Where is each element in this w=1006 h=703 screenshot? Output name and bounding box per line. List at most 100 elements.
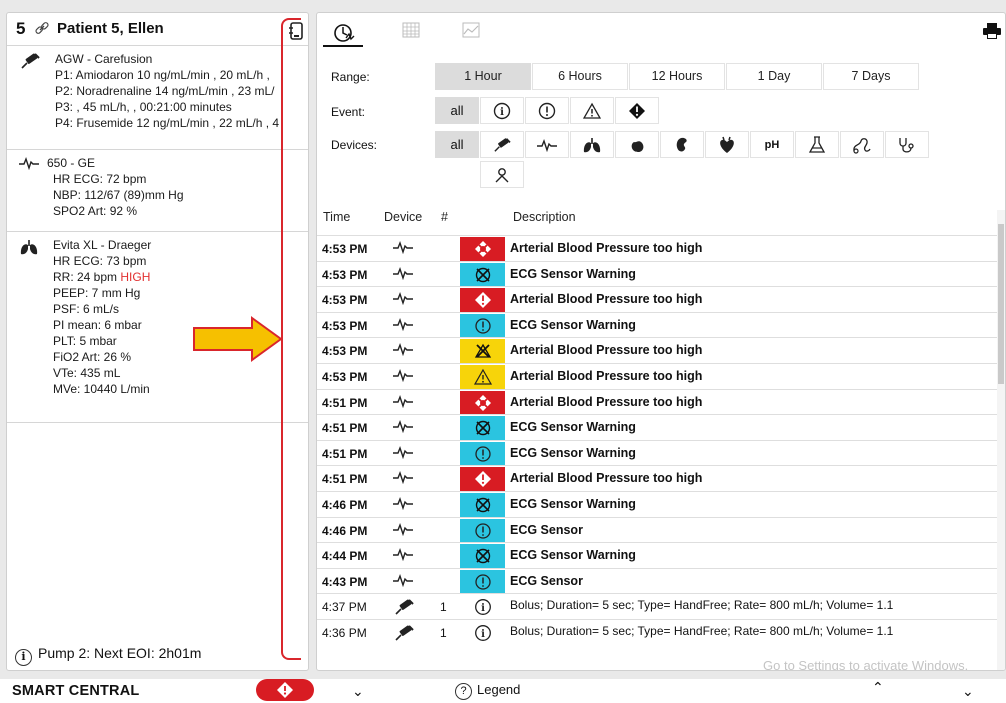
chevron-down-icon[interactable]: ⌄ bbox=[352, 683, 364, 700]
table-row[interactable]: 4:53 PM Arterial Blood Pressure too high bbox=[317, 337, 999, 364]
table-row[interactable]: 4:37 PM 1 i Bolus; Duration= 5 sec; Type= H… bbox=[317, 593, 999, 619]
event-description: ECG Sensor Warning bbox=[510, 445, 636, 460]
ecg-icon bbox=[393, 368, 413, 384]
range-6-hours-button[interactable]: 6 Hours bbox=[532, 63, 628, 90]
event-time: 4:44 PM bbox=[322, 549, 368, 564]
event-all-button[interactable]: all bbox=[435, 97, 479, 124]
ecg-icon bbox=[393, 419, 413, 435]
col-time: Time bbox=[323, 210, 351, 224]
range-label: Range: bbox=[331, 70, 370, 84]
range-7-days-button[interactable]: 7 Days bbox=[823, 63, 919, 90]
device-lab-button[interactable] bbox=[795, 131, 839, 158]
monitor-line-2: NBP: 112/67 (89)mm Hg bbox=[53, 188, 184, 202]
sensor-crossed-icon bbox=[460, 262, 505, 287]
vent-line-8: VTe: 435 mL bbox=[53, 366, 121, 380]
event-alarm-button[interactable] bbox=[615, 97, 659, 124]
ecg-icon bbox=[393, 291, 413, 307]
table-row[interactable]: 4:53 PM ECG Sensor Warning bbox=[317, 311, 999, 338]
ecg-icon bbox=[393, 394, 413, 410]
chevron-down-icon[interactable]: ⌄ bbox=[962, 683, 974, 700]
monitor-line-1: HR ECG: 72 bpm bbox=[53, 172, 147, 186]
highlight-arrow-icon bbox=[193, 316, 283, 362]
event-description: ECG Sensor Warning bbox=[510, 317, 636, 332]
tab-grid[interactable] bbox=[401, 21, 431, 47]
event-description: Arterial Blood Pressure too high bbox=[510, 394, 703, 409]
vent-line-3: PEEP: 7 mm Hg bbox=[53, 286, 141, 300]
event-time: 4:53 PM bbox=[322, 242, 368, 256]
event-description: Arterial Blood Pressure too high bbox=[510, 241, 703, 255]
table-row[interactable]: 4:36 PM 1 i Bolus; Duration= 5 sec; Type= H… bbox=[317, 619, 999, 645]
event-time: 4:46 PM bbox=[322, 498, 368, 512]
event-warning-button[interactable] bbox=[525, 97, 569, 124]
stethoscope-icon bbox=[899, 137, 914, 153]
device-ventilator-button[interactable] bbox=[570, 131, 614, 158]
pump-section[interactable]: AGW - Carefusion P1: Amiodaron 10 ng/mL/… bbox=[7, 45, 308, 153]
range-1-hour-button[interactable]: 1 Hour bbox=[435, 63, 531, 90]
exclamation-circle-icon bbox=[460, 313, 505, 338]
event-description: Arterial Blood Pressure too high bbox=[510, 369, 703, 383]
ecg-icon bbox=[19, 156, 39, 174]
table-row[interactable]: 4:51 PM ECG Sensor Warning bbox=[317, 414, 999, 441]
person-icon bbox=[495, 167, 509, 182]
ecg-icon bbox=[393, 547, 413, 563]
patient-number: 5 bbox=[16, 19, 26, 38]
table-row[interactable]: 4:53 PM Arterial Blood Pressure too high bbox=[317, 235, 999, 261]
device-ph-button[interactable]: pH bbox=[750, 131, 794, 158]
device-pump-button[interactable] bbox=[480, 131, 524, 158]
table-row[interactable]: 4:51 PM Arterial Blood Pressure too high bbox=[317, 465, 999, 492]
tube-icon bbox=[853, 137, 871, 154]
lungs-icon bbox=[583, 137, 601, 152]
event-description: Arterial Blood Pressure too high bbox=[510, 471, 703, 486]
event-description: ECG Sensor bbox=[510, 573, 583, 588]
device-kidney-button[interactable] bbox=[660, 131, 704, 158]
legend-button[interactable]: ? Legend bbox=[455, 682, 520, 700]
table-row[interactable]: 4:53 PM ECG Sensor Warning bbox=[317, 260, 999, 287]
alarm-diamond-icon bbox=[629, 102, 645, 119]
vent-line-1: HR ECG: 73 bpm bbox=[53, 254, 147, 268]
scrollbar-thumb[interactable] bbox=[998, 224, 1004, 384]
event-caution-button[interactable] bbox=[570, 97, 614, 124]
device-stethoscope-button[interactable] bbox=[885, 131, 929, 158]
device-monitor-button[interactable] bbox=[525, 131, 569, 158]
range-1-day-button[interactable]: 1 Day bbox=[726, 63, 822, 90]
table-row[interactable]: 4:43 PM ECG Sensor bbox=[317, 567, 999, 594]
table-row[interactable]: 4:51 PM Arterial Blood Pressure too high bbox=[317, 388, 999, 415]
event-info-button[interactable]: i bbox=[480, 97, 524, 124]
event-description: Bolus; Duration= 5 sec; Type= HandFree; … bbox=[510, 624, 894, 638]
table-row[interactable]: 4:46 PM ECG Sensor bbox=[317, 516, 999, 543]
device-stomach-button[interactable] bbox=[615, 131, 659, 158]
brand-name: SMART CENTRAL bbox=[12, 683, 140, 699]
events-scrollbar[interactable] bbox=[997, 210, 1005, 670]
devices-all-button[interactable]: all bbox=[435, 131, 479, 158]
tab-events[interactable] bbox=[323, 21, 363, 47]
alarm-diamond-icon bbox=[460, 288, 505, 313]
col-description: Description bbox=[513, 210, 576, 224]
device-infusion-button[interactable] bbox=[840, 131, 884, 158]
table-row[interactable]: 4:53 PM Arterial Blood Pressure too high bbox=[317, 363, 999, 389]
pump-eoi-text: Pump 2: Next EOI: 2h01m bbox=[38, 645, 202, 661]
event-time: 4:51 PM bbox=[322, 421, 368, 436]
exclamation-circle-icon bbox=[460, 569, 505, 594]
tab-trends[interactable] bbox=[461, 21, 491, 47]
range-12-hours-button[interactable]: 12 Hours bbox=[629, 63, 725, 90]
device-heart-button[interactable] bbox=[705, 131, 749, 158]
vent-line-9: MVe: 10440 L/min bbox=[53, 382, 150, 396]
table-row[interactable]: 4:44 PM ECG Sensor Warning bbox=[317, 542, 999, 569]
device-person-button[interactable] bbox=[480, 161, 524, 188]
event-time: 4:53 PM bbox=[322, 318, 368, 333]
alarm-indicator-button[interactable] bbox=[256, 679, 314, 701]
event-description: ECG Sensor Warning bbox=[510, 497, 636, 511]
ecg-icon bbox=[393, 445, 413, 461]
table-row[interactable]: 4:51 PM ECG Sensor Warning bbox=[317, 439, 999, 466]
chevron-up-icon[interactable]: ⌃ bbox=[872, 679, 884, 696]
activation-watermark: Go to Settings to activate Windows. bbox=[763, 658, 969, 671]
table-row[interactable]: 4:46 PM ECG Sensor Warning bbox=[317, 491, 999, 517]
vent-line-5: PI mean: 6 mbar bbox=[53, 318, 142, 332]
warning-triangle-icon bbox=[583, 102, 601, 119]
lungs-icon bbox=[19, 238, 39, 256]
patient-name: Patient 5, Ellen bbox=[57, 20, 164, 37]
table-row[interactable]: 4:53 PM Arterial Blood Pressure too high bbox=[317, 286, 999, 313]
vent-line-4: PSF: 6 mL/s bbox=[53, 302, 120, 316]
print-icon[interactable] bbox=[983, 23, 1001, 39]
monitor-section[interactable]: 650 - GE HR ECG: 72 bpm NBP: 112/67 (89)… bbox=[7, 149, 308, 231]
